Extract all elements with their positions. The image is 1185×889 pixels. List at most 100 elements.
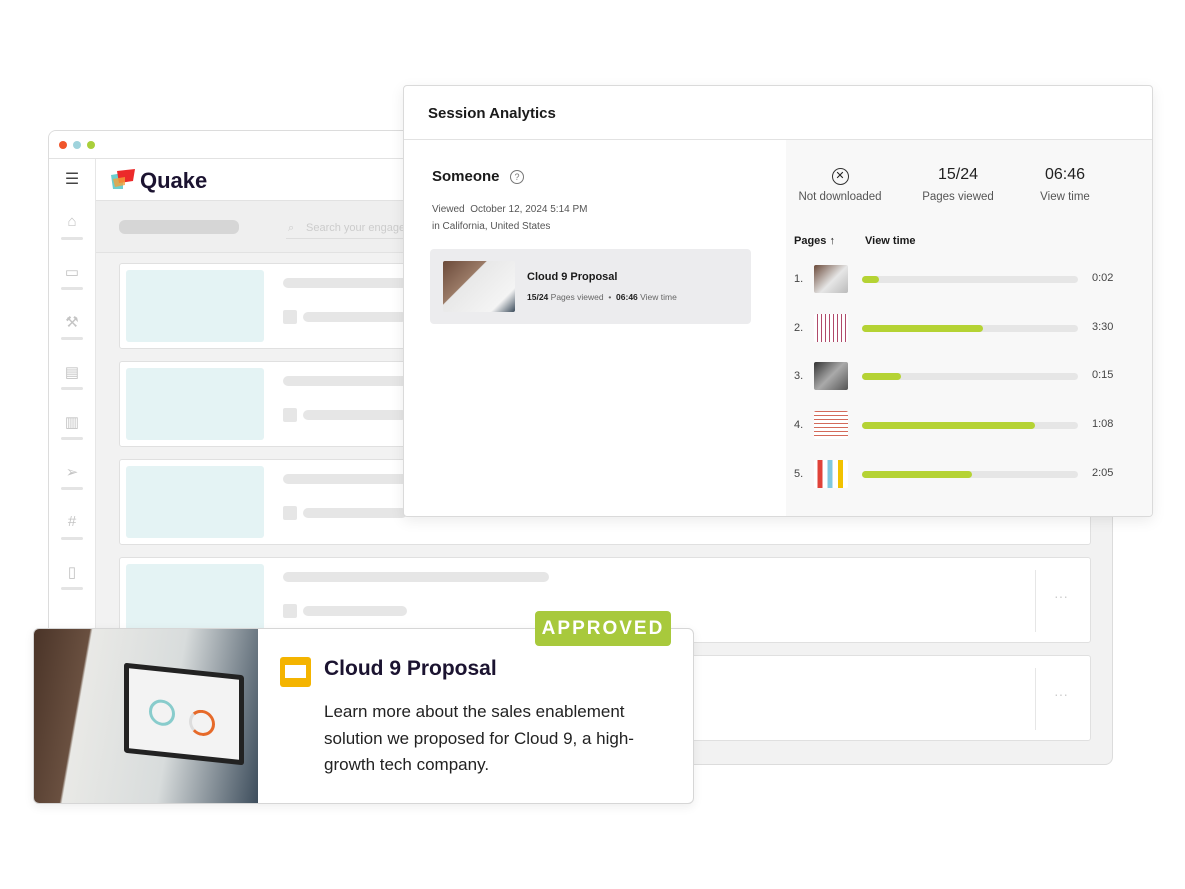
doc-time-label: View time: [640, 292, 677, 302]
close-window-button[interactable]: [59, 141, 67, 149]
view-time-bar: [862, 373, 1078, 381]
page-thumbnail: [814, 459, 848, 488]
skeleton-icon: [283, 310, 297, 324]
page-row[interactable]: 5. 2:05: [794, 459, 1114, 490]
donut-chart-image: [149, 698, 175, 728]
viewed-info: Viewed October 12, 2024 5:14 PM: [432, 204, 587, 215]
page-row[interactable]: 3. 0:15: [794, 362, 1114, 392]
pages-header-label: Pages: [794, 235, 827, 247]
sort-arrow-icon: ↑: [829, 235, 835, 247]
view-time-bar-fill: [862, 324, 983, 332]
view-time-bar-fill: [862, 276, 880, 283]
panel-title: Session Analytics: [428, 105, 556, 122]
document-cover-image: [34, 629, 258, 803]
note-icon[interactable]: ▭: [62, 263, 82, 283]
document-card[interactable]: Cloud 9 Proposal Learn more about the sa…: [33, 628, 694, 804]
skeleton-line: [283, 572, 549, 582]
menu-icon[interactable]: ☰: [62, 169, 82, 189]
skeleton-line: [303, 410, 407, 420]
page-thumbnail: [814, 362, 848, 391]
chart-icon[interactable]: ▥: [62, 413, 82, 433]
viewed-date: October 12, 2024 5:14 PM: [470, 204, 588, 215]
thumbnail: [126, 466, 264, 538]
laptop-screen-image: [124, 662, 244, 766]
page-row[interactable]: 2. 3:30: [794, 313, 1114, 344]
separator: •: [608, 292, 612, 302]
doc-time: 06:46: [616, 292, 638, 302]
card-description: Learn more about the sales enablement so…: [324, 702, 634, 774]
stat-value: 06:46: [1044, 166, 1086, 183]
sidebar-label: [61, 237, 83, 240]
doc-pages-label: Pages viewed: [550, 292, 604, 302]
thumbnail: [126, 564, 264, 636]
pages-sort-header[interactable]: Pages ↑: [794, 235, 835, 247]
document-stats: 15/24 Pages viewed • 06:46 View time: [527, 292, 677, 302]
page-row[interactable]: 4. 1:08: [794, 411, 1114, 441]
stat-value: 15/24: [937, 166, 979, 183]
book-icon[interactable]: ▯: [62, 563, 82, 583]
approved-badge: APPROVED: [535, 611, 671, 646]
wrench-icon[interactable]: ⚒: [62, 313, 82, 333]
document-title: Cloud 9 Proposal: [527, 271, 618, 283]
page-thumbnail: [814, 313, 848, 342]
page-number: 5.: [794, 467, 804, 480]
stat-pages: 15/24 Pages viewed: [898, 166, 1018, 203]
viewer-name: Someone: [432, 168, 500, 185]
sidebar-label: [61, 287, 83, 290]
skeleton-icon: [283, 408, 297, 422]
page-row[interactable]: 1. 0:02: [794, 265, 1114, 295]
home-icon[interactable]: ⌂: [62, 213, 82, 233]
stat-label: View time: [1040, 191, 1090, 203]
app-logo-text: Quake: [140, 168, 208, 193]
view-time-bar: [862, 324, 1078, 332]
more-options-button[interactable]: ···: [1054, 686, 1068, 702]
card-title: Cloud 9 Proposal: [324, 657, 497, 680]
view-time-header[interactable]: View time: [865, 235, 916, 247]
view-time-bar-fill: [862, 422, 1035, 430]
page-number: 2.: [794, 321, 804, 334]
panel-header: Session Analytics: [404, 86, 1152, 140]
document-thumbnail: [443, 261, 515, 312]
search-icon: ⌕: [288, 222, 295, 234]
view-time-bar-fill: [862, 373, 901, 381]
skeleton-line: [303, 508, 407, 518]
page-number: 4.: [794, 419, 804, 432]
filter-placeholder: [119, 220, 239, 234]
chat-hash-icon[interactable]: #: [62, 513, 82, 533]
page-view-time: 0:02: [1092, 272, 1114, 284]
page-view-time: 0:15: [1092, 369, 1114, 382]
stat-value: ✕: [780, 166, 900, 186]
thumbnail: [126, 270, 264, 342]
sidebar-label: [61, 337, 83, 340]
page-thumbnail: [814, 265, 848, 293]
stat-view-time: 06:46 View time: [1005, 166, 1125, 203]
stat-label: Not downloaded: [798, 191, 882, 203]
thumbnail: [126, 368, 264, 440]
view-time-bar: [862, 470, 1078, 478]
viewed-label: Viewed: [432, 204, 465, 215]
doc-pages: 15/24: [527, 292, 549, 302]
page-number: 1.: [794, 273, 804, 285]
sidebar-label: [61, 437, 83, 440]
viewer-location: in California, United States: [432, 221, 551, 232]
send-icon[interactable]: ➢: [62, 463, 82, 483]
skeleton-line: [303, 606, 407, 616]
x-circle-icon: ✕: [831, 168, 849, 185]
help-icon[interactable]: ?: [510, 170, 524, 184]
document-summary-card[interactable]: Cloud 9 Proposal 15/24 Pages viewed • 06…: [430, 249, 751, 324]
analytics-detail-pane: ✕ Not downloaded 15/24 Pages viewed 06:46…: [786, 140, 1152, 516]
minimize-window-button[interactable]: [73, 141, 81, 149]
session-analytics-panel: Session Analytics Someone ? Viewed Octob…: [403, 85, 1153, 517]
sidebar-label: [61, 487, 83, 490]
divider: [1035, 570, 1036, 632]
skeleton-icon: [283, 506, 297, 520]
inbox-icon[interactable]: ▤: [62, 363, 82, 383]
maximize-window-button[interactable]: [87, 141, 95, 149]
donut-chart-image: [189, 708, 215, 738]
stat-download: ✕ Not downloaded: [780, 166, 900, 203]
more-options-button[interactable]: ···: [1054, 588, 1068, 604]
view-time-bar: [862, 276, 1078, 283]
page-view-time: 3:30: [1092, 320, 1114, 333]
quake-logo-icon: [111, 169, 135, 189]
view-time-bar: [862, 422, 1078, 430]
